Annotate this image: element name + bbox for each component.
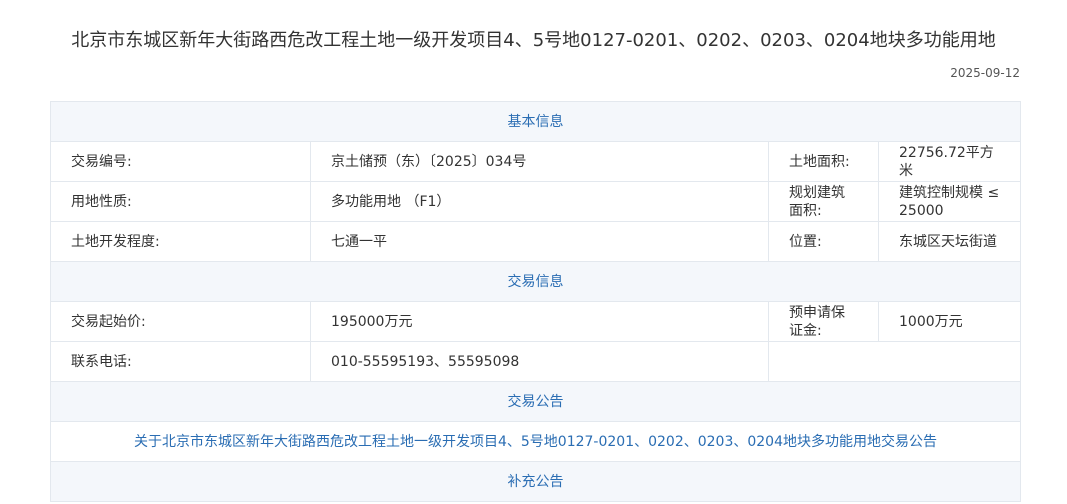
area-value: 22756.72平方米: [878, 141, 1021, 182]
build-area-label: 规划建筑面积:: [768, 181, 879, 222]
deposit-label: 预申请保证金:: [768, 301, 879, 342]
phone-label: 联系电话:: [50, 341, 311, 382]
dev-level-value: 七通一平: [310, 221, 769, 262]
start-price-value: 195000万元: [310, 301, 769, 342]
notice-link-row: 关于北京市东城区新年大街路西危改工程土地一级开发项目4、5号地0127-0201…: [50, 421, 1021, 462]
table-row: 交易编号: 京土储预（东）〔2025〕034号 土地面积: 22756.72平方…: [50, 141, 1021, 182]
phone-value: 010-55595193、55595098: [310, 341, 769, 382]
land-use-value: 多功能用地 （F1）: [310, 181, 769, 222]
deposit-value: 1000万元: [878, 301, 1021, 342]
trade-no-value: 京土储预（东）〔2025〕034号: [310, 141, 769, 182]
land-use-label: 用地性质:: [50, 181, 311, 222]
dev-level-label: 土地开发程度:: [50, 221, 311, 262]
build-area-value: 建筑控制规模 ≤ 25000: [878, 181, 1021, 222]
notice-link-cell: 关于北京市东城区新年大街路西危改工程土地一级开发项目4、5号地0127-0201…: [50, 421, 1021, 462]
table-row: 联系电话: 010-55595193、55595098: [50, 341, 1021, 382]
trade-no-label: 交易编号:: [50, 141, 311, 182]
empty-cell: [768, 341, 1021, 382]
area-label: 土地面积:: [768, 141, 879, 182]
start-price-label: 交易起始价:: [50, 301, 311, 342]
section-title-trade: 交易信息: [50, 261, 1021, 302]
page-title: 北京市东城区新年大街路西危改工程土地一级开发项目4、5号地0127-0201、0…: [71, 30, 996, 51]
table-row: 用地性质: 多功能用地 （F1） 规划建筑面积: 建筑控制规模 ≤ 25000: [50, 181, 1021, 222]
location-value: 东城区天坛街道: [878, 221, 1021, 262]
section-header-basic: 基本信息: [50, 101, 1021, 142]
location-label: 位置:: [768, 221, 879, 262]
section-title-basic: 基本信息: [50, 101, 1021, 142]
section-header-trade: 交易信息: [50, 261, 1021, 302]
section-header-supplement: 补充公告: [50, 461, 1021, 502]
table-row: 土地开发程度: 七通一平 位置: 东城区天坛街道: [50, 221, 1021, 262]
publish-date: 2025-09-12: [950, 66, 1020, 80]
land-info-table: 基本信息 交易编号: 京土储预（东）〔2025〕034号 土地面积: 22756…: [50, 101, 1021, 502]
section-title-notice: 交易公告: [50, 381, 1021, 422]
notice-link[interactable]: 关于北京市东城区新年大街路西危改工程土地一级开发项目4、5号地0127-0201…: [134, 434, 937, 450]
section-header-notice: 交易公告: [50, 381, 1021, 422]
table-row: 交易起始价: 195000万元 预申请保证金: 1000万元: [50, 301, 1021, 342]
section-title-supplement: 补充公告: [50, 461, 1021, 502]
